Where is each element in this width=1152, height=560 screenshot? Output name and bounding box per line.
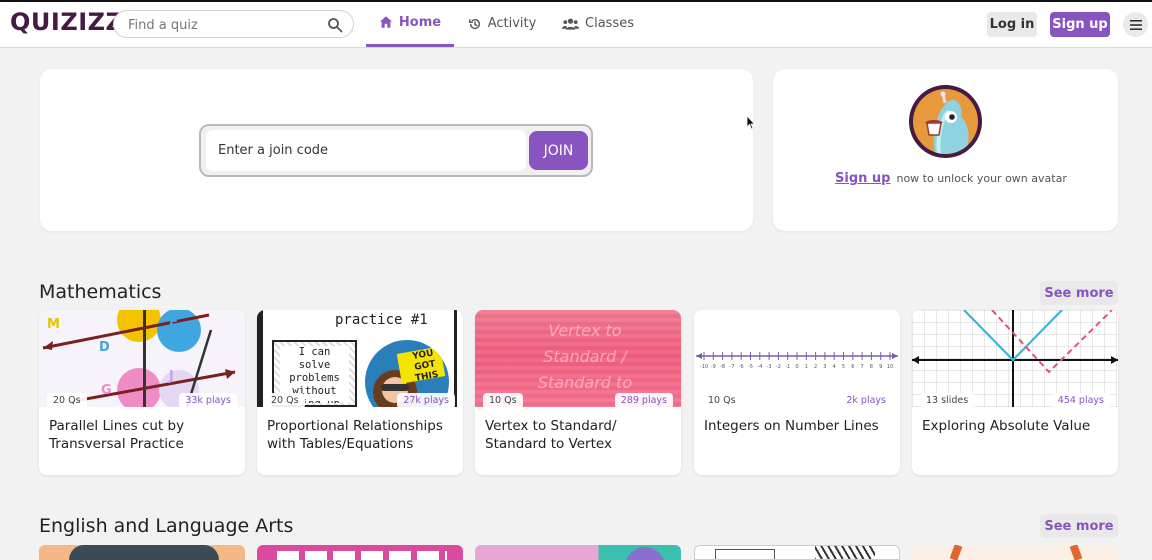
top-navigation-bar: QUIZIZZ Home Activity Classes Log in Sig…	[0, 0, 1152, 48]
mouse-cursor-icon	[746, 115, 756, 130]
quizizz-logo[interactable]: QUIZIZZ	[10, 8, 123, 36]
svg-text:D: D	[99, 340, 110, 355]
signup-button[interactable]: Sign up	[1050, 12, 1110, 37]
plays-badge: 289 plays	[614, 393, 673, 409]
thumbnail-shape	[277, 551, 447, 560]
quiz-card-absolute-value[interactable]: 13 slides 454 plays Exploring Absolute V…	[912, 310, 1118, 475]
quiz-title: Vertex to Standard/ Standard to Vertex	[485, 418, 617, 452]
thumbnail-text: Vertex to Standard / Standard to	[537, 321, 633, 392]
svg-text:J: J	[168, 369, 174, 384]
thumbnail-shape	[625, 547, 665, 560]
quiz-title: Exploring Absolute Value	[922, 418, 1091, 434]
menu-button[interactable]	[1123, 12, 1148, 37]
number-line-label: -3	[767, 364, 772, 370]
quiz-card-parallel-lines[interactable]: M D F G J 20 Qs 33k plays Parallel Lines…	[39, 310, 245, 475]
avatar-signup-link[interactable]: Sign up	[835, 171, 890, 186]
number-line-label: 8	[870, 364, 873, 370]
search-box[interactable]	[113, 10, 354, 38]
plays-badge: 2k plays	[840, 393, 892, 409]
avatar-unlock-text: now to unlock your own avatar	[896, 172, 1067, 185]
quiz-title: Parallel Lines cut by Transversal Practi…	[49, 418, 185, 452]
svg-text:G: G	[101, 383, 112, 398]
question-count-badge: 10 Qs	[483, 393, 523, 409]
number-line-label: 4	[833, 364, 836, 370]
number-line-label: 9	[879, 364, 882, 370]
number-line-label: -1	[785, 364, 790, 370]
tab-home-label: Home	[398, 14, 442, 30]
see-more-mathematics-button[interactable]: See more	[1040, 281, 1118, 305]
number-line-label: -8	[720, 364, 725, 370]
thumbnail-border-right	[454, 310, 457, 407]
thumbnail-heading: practice #1	[335, 312, 428, 328]
avatar	[909, 85, 982, 158]
number-line-label: -7	[729, 364, 734, 370]
ela-card-thumbnail[interactable]	[475, 545, 681, 560]
number-line-label: -6	[739, 364, 744, 370]
question-count-badge: 20 Qs	[265, 393, 305, 409]
ela-card-thumbnail[interactable]	[694, 545, 900, 560]
number-line-label: 1	[805, 364, 808, 370]
tab-home[interactable]: Home	[366, 0, 454, 47]
thumbnail-shape	[1069, 545, 1083, 560]
number-line-label: -5	[748, 364, 753, 370]
number-line-label: 3	[823, 364, 826, 370]
question-count-badge: 20 Qs	[47, 393, 87, 409]
section-title-mathematics: Mathematics	[39, 281, 162, 303]
number-line-label: -9	[711, 364, 716, 370]
search-input[interactable]	[128, 15, 323, 35]
tab-activity[interactable]: Activity	[463, 0, 541, 47]
quiz-card-integers-number-lines[interactable]: -10 -9 -8 -7 -6 -5 -4 -3 -2 -1 0 1 2 3 4 5 6 7 8 9 10 10 Qs …	[694, 310, 900, 475]
join-button[interactable]: JOIN	[529, 131, 588, 170]
number-line-label: 0	[795, 364, 798, 370]
join-code-form: JOIN	[199, 124, 593, 177]
number-line-label: 10	[887, 364, 893, 370]
ela-card-thumbnail[interactable]	[257, 545, 463, 560]
plays-badge: 33k plays	[179, 393, 237, 409]
hamburger-icon	[1129, 19, 1142, 30]
number-line-label: -10	[700, 364, 708, 370]
plays-badge: 454 plays	[1051, 393, 1110, 409]
avatar-image	[913, 89, 978, 154]
quiz-card-vertex-standard[interactable]: Vertex to Standard / Standard to 10 Qs 2…	[475, 310, 681, 475]
question-count-badge: 13 slides	[920, 393, 975, 409]
search-icon[interactable]	[327, 17, 343, 33]
monster-avatar-icon	[925, 91, 969, 154]
quiz-title: Proportional Relationships with Tables/E…	[267, 418, 443, 452]
tab-activity-label: Activity	[487, 16, 537, 31]
sticker-text: YOU GOT THIS	[411, 348, 440, 384]
quiz-title: Integers on Number Lines	[704, 418, 879, 434]
quiz-card-proportional-relationships[interactable]: practice #1 I can solve problems without…	[257, 310, 463, 475]
number-line-label: 6	[851, 364, 854, 370]
tab-classes[interactable]: Classes	[558, 0, 638, 47]
history-icon	[468, 18, 480, 29]
svg-text:M: M	[47, 317, 60, 332]
ela-card-thumbnail[interactable]	[912, 545, 1118, 560]
plays-badge: 27k plays	[397, 393, 455, 409]
number-line-label: 2	[814, 364, 817, 370]
see-more-english-button[interactable]: See more	[1040, 514, 1118, 538]
question-count-badge: 10 Qs	[702, 393, 742, 409]
number-line-label: -2	[776, 364, 781, 370]
thumbnail-shape	[815, 546, 875, 559]
home-icon	[379, 16, 393, 28]
thumbnail-shape	[715, 549, 775, 559]
number-line-label: -4	[757, 364, 762, 370]
svg-text:F: F	[169, 319, 178, 334]
thumbnail-shape	[69, 545, 219, 560]
number-line-label: 7	[861, 364, 864, 370]
thumbnail-shape	[949, 545, 963, 560]
number-line-label: 5	[842, 364, 845, 370]
join-code-input[interactable]	[206, 130, 526, 171]
users-icon	[562, 18, 579, 30]
thumbnail-border-left	[257, 310, 263, 407]
avatar-unlock-prompt: Sign up now to unlock your own avatar	[835, 171, 1067, 186]
ela-card-thumbnail[interactable]	[39, 545, 245, 560]
tab-classes-label: Classes	[585, 16, 634, 31]
section-title-english: English and Language Arts	[39, 515, 294, 537]
login-button[interactable]: Log in	[987, 12, 1037, 37]
